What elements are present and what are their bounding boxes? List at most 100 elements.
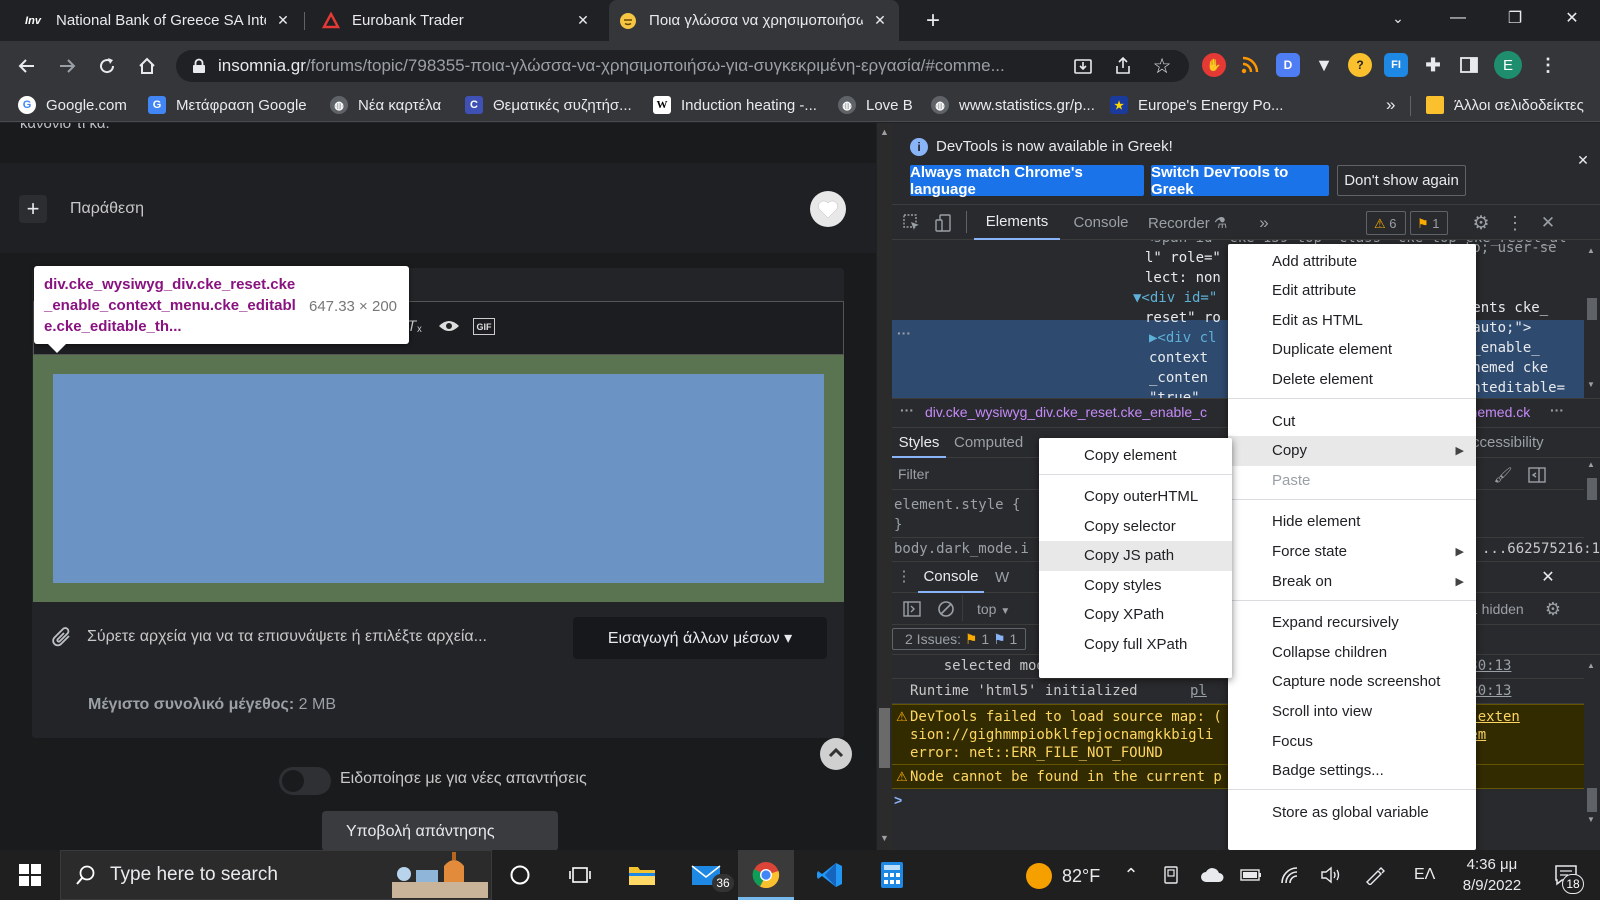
drawer-tab-console[interactable]: Console <box>918 561 984 593</box>
back-icon[interactable] <box>11 50 43 82</box>
cortana-icon[interactable] <box>496 850 544 900</box>
menu-item-copy-element[interactable]: Copy element <box>1039 440 1232 470</box>
scroll-to-top-icon[interactable] <box>820 738 852 770</box>
device-toolbar-icon[interactable] <box>934 213 954 233</box>
breadcrumb-more[interactable]: ··· <box>1550 402 1564 418</box>
like-heart-icon[interactable] <box>810 191 846 227</box>
menu-item-store-as-global-variable[interactable]: Store as global variable <box>1228 797 1476 827</box>
bookmark-new-tab[interactable]: ◍ Νέα καρτέλα <box>330 92 441 118</box>
menu-item-copy-styles[interactable]: Copy styles <box>1039 570 1232 600</box>
close-icon[interactable]: ✕ <box>274 12 292 29</box>
clear-console-icon[interactable] <box>936 599 956 619</box>
body-rule-source[interactable]: ...662575216:1 <box>1482 541 1600 557</box>
console-sidebar-icon[interactable] <box>902 599 922 619</box>
side-panel-icon[interactable] <box>1457 53 1481 77</box>
bookmark-google[interactable]: G Google.com <box>18 92 127 118</box>
menu-item-add-attribute[interactable]: Add attribute <box>1228 246 1476 276</box>
input-language[interactable]: ΕΛ <box>1414 866 1435 884</box>
attach-files-prompt[interactable]: Σύρετε αρχεία για να τα επισυνάψετε ή επ… <box>87 628 487 646</box>
drawer-menu-icon[interactable]: ⋮ <box>896 565 912 587</box>
tab-styles[interactable]: Styles <box>892 428 946 458</box>
styles-scrollbar[interactable]: ▲ <box>1584 458 1600 558</box>
close-drawer-icon[interactable]: ✕ <box>1538 567 1558 587</box>
tab-search-icon[interactable]: ⌄ <box>1370 0 1426 36</box>
issues-summary-button[interactable]: 2 Issues: ⚑ 1 ⚑ 1 <box>892 628 1026 650</box>
lock-icon[interactable] <box>190 58 208 74</box>
other-bookmarks[interactable]: ▮ Άλλοι σελιδοδείκτες <box>1426 92 1584 118</box>
console-settings-gear-icon[interactable]: ⚙ <box>1542 598 1564 620</box>
toggle-sidebar-icon[interactable] <box>1526 464 1548 486</box>
menu-item-copy-outerhtml[interactable]: Copy outerHTML <box>1039 482 1232 512</box>
menu-item-edit-attribute[interactable]: Edit attribute <box>1228 276 1476 306</box>
more-tabs-icon[interactable]: » <box>1254 213 1274 233</box>
menu-item-copy[interactable]: Copy ▶ <box>1228 435 1476 466</box>
help-extension-icon[interactable]: ? <box>1348 53 1372 77</box>
tab-console[interactable]: Console <box>1064 205 1138 240</box>
tab-elements[interactable]: Elements <box>974 205 1060 240</box>
close-icon[interactable]: ✕ <box>574 12 592 29</box>
task-view-icon[interactable] <box>556 850 604 900</box>
preview-eye-icon[interactable] <box>437 316 461 336</box>
wifi-icon[interactable] <box>1278 850 1304 900</box>
extensions-puzzle-icon[interactable]: ✚ <box>1421 53 1445 77</box>
devtools-menu-icon[interactable]: ⋮ <box>1504 212 1526 234</box>
rss-extension-icon[interactable] <box>1238 53 1262 77</box>
dont-show-again-button[interactable]: Don't show again <box>1337 165 1466 196</box>
minimize-icon[interactable]: — <box>1430 0 1486 36</box>
hidden-messages-count[interactable]: 1 hidden <box>1470 601 1524 617</box>
breadcrumb-ellipsis[interactable]: ··· <box>900 402 914 418</box>
bookmark-star-icon[interactable]: ☆ <box>1150 54 1174 78</box>
browser-tab[interactable]: Eurobank Trader ✕ <box>312 0 602 41</box>
settings-gear-icon[interactable]: ⚙ <box>1470 212 1492 234</box>
home-icon[interactable] <box>131 50 163 82</box>
quote-button[interactable]: Παράθεση <box>70 200 144 218</box>
node-ellipsis[interactable]: ··· <box>897 325 911 341</box>
context-selector[interactable]: top ▼ <box>977 601 1010 617</box>
always-match-language-button[interactable]: Always match Chrome's language <box>910 164 1144 198</box>
page-scrollbar[interactable]: ▲ ▼ <box>877 123 892 850</box>
adblock-extension-icon[interactable]: ✋ <box>1202 53 1226 77</box>
tray-overflow-icon[interactable]: ⌃ <box>1118 850 1144 900</box>
menu-item-copy-js-path[interactable]: Copy JS path <box>1039 540 1232 571</box>
weather-temperature[interactable]: 82°F <box>1062 866 1100 887</box>
menu-item-capture-node-screenshot[interactable]: Capture node screenshot <box>1228 667 1476 697</box>
menu-item-edit-as-html[interactable]: Edit as HTML <box>1228 305 1476 335</box>
pen-icon[interactable] <box>1362 850 1388 900</box>
share-icon[interactable] <box>1112 55 1134 77</box>
forward-icon[interactable] <box>51 50 83 82</box>
address-bar[interactable]: insomnia.gr/forums/topic/798355-ποια-γλώ… <box>176 50 1189 82</box>
profile-avatar[interactable]: E <box>1494 51 1522 79</box>
volume-icon[interactable] <box>1318 850 1344 900</box>
tab-recorder[interactable]: Recorder ⚗ <box>1148 214 1227 232</box>
kebab-menu-icon[interactable]: ⋮ <box>1536 53 1560 77</box>
drawer-tab-whats-new[interactable]: W <box>995 569 1009 586</box>
menu-item-scroll-into-view[interactable]: Scroll into view <box>1228 696 1476 726</box>
banner-close-icon[interactable]: ✕ <box>1574 151 1592 169</box>
onedrive-cloud-icon[interactable] <box>1198 850 1226 900</box>
editor-content-area[interactable] <box>53 374 824 583</box>
tab-computed[interactable]: Computed <box>954 434 1023 451</box>
bookmark-love-b[interactable]: ◍ Love B <box>838 92 913 118</box>
styles-filter-input[interactable]: Filter <box>898 466 929 482</box>
new-tab-icon[interactable]: + <box>918 6 948 36</box>
menu-item-delete-element[interactable]: Delete element <box>1228 364 1476 394</box>
menu-item-focus[interactable]: Focus <box>1228 726 1476 756</box>
menu-item-expand-recursively[interactable]: Expand recursively <box>1228 608 1476 638</box>
menu-item-copy-selector[interactable]: Copy selector <box>1039 511 1232 541</box>
menu-item-hide-element[interactable]: Hide element <box>1228 507 1476 537</box>
menu-item-collapse-children[interactable]: Collapse children <box>1228 637 1476 667</box>
reload-icon[interactable] <box>91 50 123 82</box>
paint-icon[interactable]: 🖌 <box>1492 464 1514 486</box>
console-scrollbar[interactable]: ▲ ▼ <box>1584 655 1600 850</box>
restore-icon[interactable]: ❐ <box>1487 0 1543 36</box>
calculator-icon[interactable] <box>868 850 916 900</box>
submit-reply-button[interactable]: Υποβολή απάντησης <box>322 811 558 850</box>
console-prompt[interactable]: > <box>894 792 902 808</box>
chrome-icon[interactable] <box>742 850 790 900</box>
bookmark-threads[interactable]: C Θεματικές συζητήσ... <box>465 92 632 118</box>
bookmark-statistics[interactable]: ◍ www.statistics.gr/p... <box>931 92 1095 118</box>
plus-icon[interactable]: + <box>19 195 47 223</box>
bookmark-translate[interactable]: G Μετάφραση Google <box>148 92 307 118</box>
fi-extension-icon[interactable]: FI <box>1384 53 1408 77</box>
gif-icon[interactable]: GIF <box>473 318 495 335</box>
